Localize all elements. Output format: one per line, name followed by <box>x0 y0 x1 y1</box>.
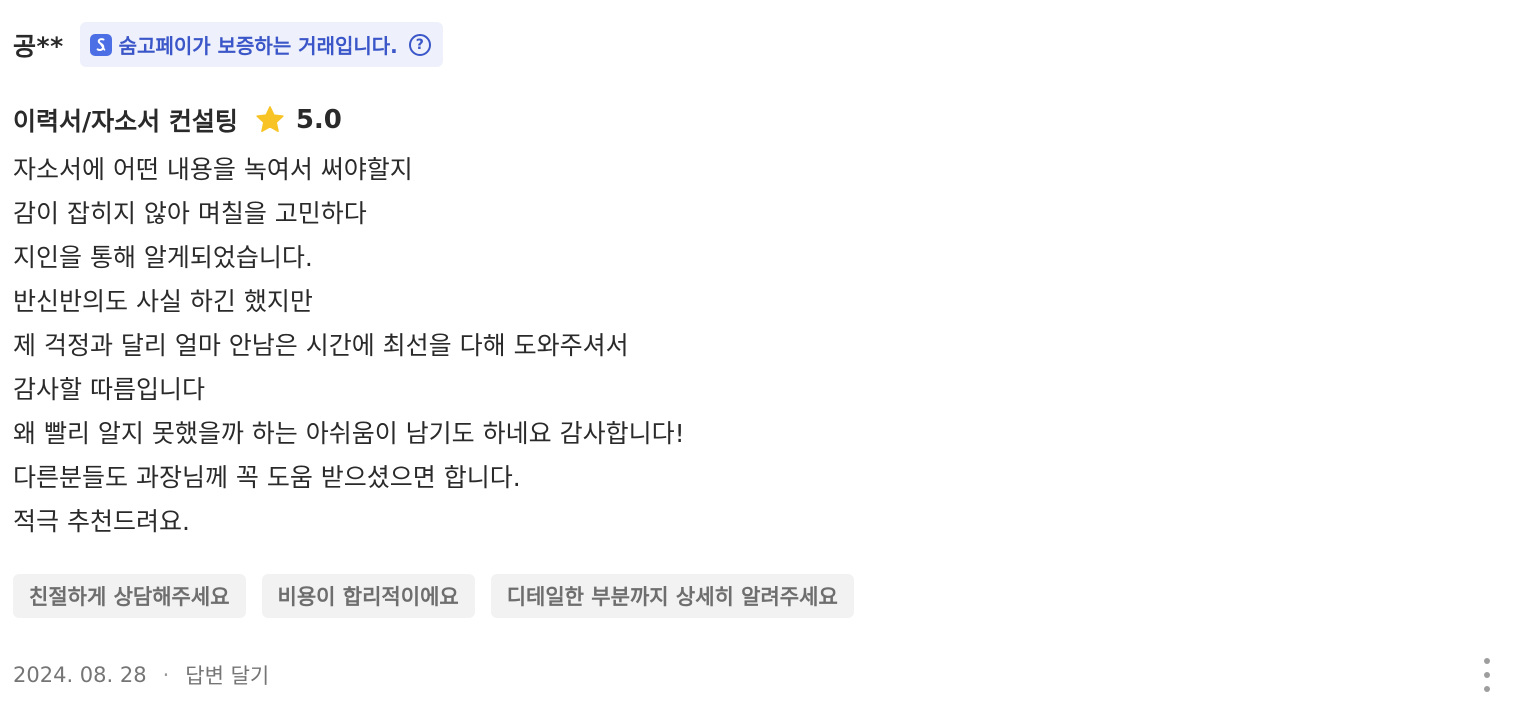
separator-dot: · <box>162 663 170 687</box>
review-header: 공** 숨고페이가 보증하는 거래입니다. ? <box>13 22 443 67</box>
soomgo-pay-badge: 숨고페이가 보증하는 거래입니다. ? <box>79 22 443 67</box>
soomgo-pay-logo-icon <box>89 33 112 56</box>
review-text-line: 적극 추천드려요. <box>13 507 190 536</box>
rating-value: 5.0 <box>295 105 342 135</box>
star-icon <box>256 106 284 132</box>
review-text-line: 다른분들도 과장님께 꼭 도움 받으셨으면 합니다. <box>13 463 521 492</box>
review-tag: 디테일한 부분까지 상세히 알려주세요 <box>490 574 854 618</box>
review-tags: 친절하게 상담해주세요 비용이 합리적이에요 디테일한 부분까지 상세히 알려주… <box>13 574 854 618</box>
review-text-line: 반신반의도 사실 하긴 했지만 <box>13 287 313 316</box>
review-date: 2024. 08. 28 <box>13 663 147 687</box>
review-text-line: 지인을 통해 알게되었습니다. <box>13 243 313 272</box>
review-text-line: 제 걱정과 달리 얼마 안남은 시간에 최선을 다해 도와주셔서 <box>13 331 629 360</box>
more-vertical-icon[interactable] <box>1480 658 1494 692</box>
question-circle-icon[interactable]: ? <box>408 33 431 56</box>
review-card: 공** 숨고페이가 보증하는 거래입니다. ? 이력서/자소서 컨설팅 5.0 … <box>0 0 1528 720</box>
service-rating-row: 이력서/자소서 컨설팅 5.0 <box>13 100 342 140</box>
reviewer-name: 공** <box>13 31 64 61</box>
review-text-line: 왜 빨리 알지 못했을까 하는 아쉬움이 남기도 하네요 감사합니다! <box>13 419 685 448</box>
review-tag: 친절하게 상담해주세요 <box>13 574 246 618</box>
soomgo-pay-text: 숨고페이가 보증하는 거래입니다. <box>118 34 398 58</box>
review-text-line: 감사할 따름입니다 <box>13 375 205 404</box>
review-tag: 비용이 합리적이에요 <box>261 574 475 618</box>
reply-button[interactable]: 답변 달기 <box>185 660 269 690</box>
review-body: 자소서에 어떤 내용을 녹여서 써야할지 감이 잡히지 않아 며칠을 고민하다 … <box>13 148 1013 544</box>
review-text-line: 감이 잡히지 않아 며칠을 고민하다 <box>13 199 367 228</box>
review-text-line: 자소서에 어떤 내용을 녹여서 써야할지 <box>13 155 413 184</box>
review-footer: 2024. 08. 28 · 답변 달기 <box>13 656 269 694</box>
service-name: 이력서/자소서 컨설팅 <box>13 107 238 136</box>
